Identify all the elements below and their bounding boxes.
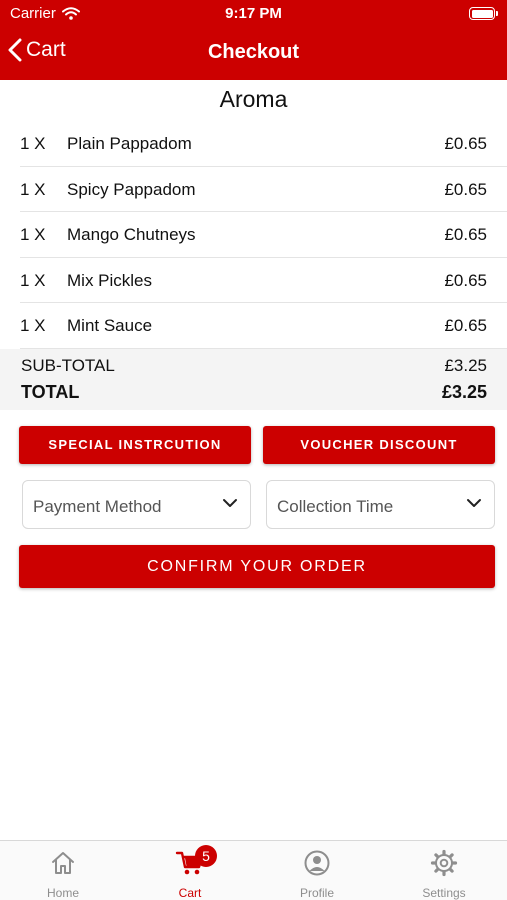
- item-price: £0.65: [444, 270, 487, 290]
- gear-icon: [430, 849, 458, 877]
- collection-time-placeholder: Collection Time: [277, 497, 394, 516]
- list-item: 1 X Mix Pickles £0.65: [20, 258, 507, 304]
- tab-settings[interactable]: Settings: [381, 841, 507, 900]
- tab-label: Home: [46, 886, 79, 900]
- tab-cart[interactable]: 5 Cart: [127, 841, 253, 900]
- tab-label: Settings: [422, 886, 466, 900]
- item-price: £0.65: [444, 316, 487, 336]
- item-price: £0.65: [444, 134, 487, 153]
- subtotal-row: SUB-TOTAL £3.25: [21, 356, 487, 376]
- total-row: TOTAL £3.25: [21, 382, 487, 403]
- item-quantity: 1 X: [20, 316, 46, 336]
- item-price: £0.65: [444, 179, 487, 199]
- collection-time-select[interactable]: Collection Time: [266, 480, 495, 529]
- status-bar: Carrier 9:17 PM: [0, 0, 507, 28]
- chevron-down-icon: [223, 499, 237, 507]
- item-name: Spicy Pappadom: [67, 179, 196, 199]
- total-label: TOTAL: [21, 382, 80, 402]
- confirm-order-button[interactable]: CONFIRM YOUR ORDER: [19, 545, 495, 588]
- payment-method-placeholder: Payment Method: [33, 497, 162, 516]
- restaurant-name: Aroma: [219, 86, 288, 112]
- tab-label: Cart: [178, 886, 202, 900]
- cart-badge: 5: [195, 845, 217, 867]
- item-name: Mint Sauce: [67, 316, 153, 336]
- order-items-list: 1 X Plain Pappadom £0.65 1 X Spicy Pappa…: [0, 121, 507, 349]
- item-name: Plain Pappadom: [67, 134, 192, 153]
- list-item: 1 X Mango Chutneys £0.65: [20, 212, 507, 258]
- item-quantity: 1 X: [20, 225, 46, 245]
- item-quantity: 1 X: [20, 134, 46, 153]
- list-item: 1 X Spicy Pappadom £0.65: [20, 167, 507, 213]
- tab-label: Profile: [299, 886, 334, 900]
- item-name: Mix Pickles: [67, 270, 153, 290]
- payment-method-select[interactable]: Payment Method: [22, 480, 251, 529]
- navigation-bar: Cart Checkout: [0, 28, 507, 80]
- item-quantity: 1 X: [20, 270, 46, 290]
- voucher-discount-button[interactable]: VOUCHER DISCOUNT: [263, 426, 495, 464]
- subtotal-label: SUB-TOTAL: [21, 356, 115, 375]
- page-title: Checkout: [207, 41, 300, 63]
- item-name: Mango Chutneys: [67, 225, 196, 245]
- battery-icon: [469, 7, 498, 20]
- tab-profile[interactable]: Profile: [254, 841, 380, 900]
- clock: 9:17 PM: [225, 5, 282, 22]
- tab-bar: Home 5 Cart Profile Settings: [0, 840, 507, 900]
- tab-home[interactable]: Home: [0, 841, 126, 900]
- home-icon: [52, 852, 74, 874]
- item-quantity: 1 X: [20, 179, 46, 199]
- list-item: 1 X Mint Sauce £0.65: [20, 303, 507, 349]
- totals-panel: SUB-TOTAL £3.25 TOTAL £3.25: [0, 349, 507, 410]
- chevron-down-icon: [467, 499, 481, 507]
- total-value: £3.25: [441, 382, 487, 402]
- subtotal-value: £3.25: [444, 356, 487, 375]
- list-item: 1 X Plain Pappadom £0.65: [20, 121, 507, 167]
- profile-icon: [304, 850, 330, 876]
- special-instruction-button[interactable]: SPECIAL INSTRCUTION: [19, 426, 251, 464]
- item-price: £0.65: [444, 225, 487, 245]
